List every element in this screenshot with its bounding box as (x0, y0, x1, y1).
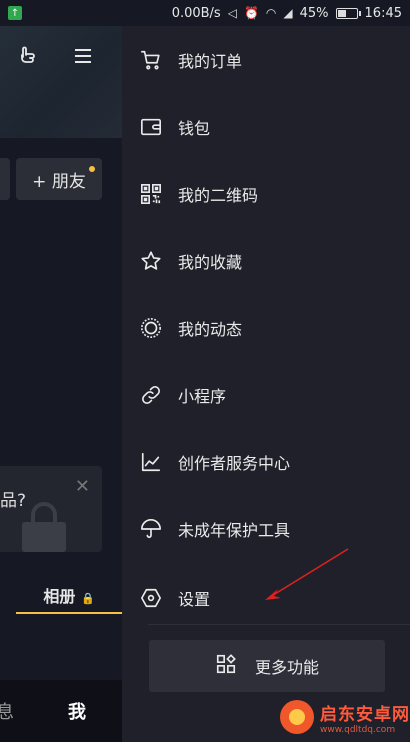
hand-pointer-icon[interactable] (12, 41, 42, 71)
star-icon (140, 250, 162, 272)
menu-item-activity[interactable]: 我的动态 (122, 298, 410, 358)
battery-icon (335, 7, 361, 19)
grid-apps-icon (215, 653, 237, 679)
lock-icon (22, 502, 66, 552)
edit-profile-button[interactable] (0, 158, 10, 200)
clock: 16:45 (364, 5, 402, 21)
umbrella-icon (140, 518, 162, 540)
network-speed: 0.00B/s (171, 5, 221, 21)
watermark-url: www.qdltdq.com (320, 724, 396, 735)
menu-item-favorites[interactable]: 我的收藏 (122, 231, 410, 291)
download-notification-icon: ↑ (8, 6, 22, 20)
menu-item-label: 创作者服务中心 (178, 454, 291, 473)
privacy-prompt-card: 品? ✕ (0, 466, 102, 552)
qr-code-icon (140, 183, 162, 205)
menu-item-label: 我的订单 (178, 52, 243, 71)
mute-icon: ◁ (227, 6, 237, 20)
profile-page-background: + 朋友 品? ✕ 相册 🔒 息 我 (0, 0, 122, 742)
more-features-label: 更多功能 (254, 658, 319, 677)
menu-item-orders[interactable]: 我的订单 (122, 30, 410, 90)
watermark-logo-icon (280, 700, 314, 734)
battery-percent: 45% (299, 5, 329, 21)
link-icon (140, 384, 162, 406)
close-icon[interactable]: ✕ (75, 476, 90, 497)
tab-album[interactable]: 相册 🔒 (16, 583, 122, 607)
menu-item-label: 我的二维码 (178, 186, 259, 205)
add-friend-label: + 朋友 (32, 171, 86, 192)
side-drawer: 我的订单 钱包 我的二维码 我的收藏 我的动态 小程序 创作者服务中心 未成年保… (122, 0, 410, 742)
tab-album-label: 相册 (43, 587, 76, 606)
annotation-arrow-icon (265, 548, 349, 600)
menu-item-label: 我的动态 (178, 320, 243, 339)
menu-item-mini-programs[interactable]: 小程序 (122, 365, 410, 425)
menu-item-label: 设置 (178, 590, 211, 609)
status-bar: ↑ 0.00B/s ◁ ⏰ ◠ ◢ 45% 16:45 (0, 0, 410, 26)
menu-item-label: 钱包 (178, 119, 211, 138)
wifi-icon: ◠ (265, 6, 277, 20)
menu-item-label: 我的收藏 (178, 253, 243, 272)
menu-item-wallet[interactable]: 钱包 (122, 97, 410, 157)
chart-line-icon (140, 451, 162, 473)
tab-messages[interactable]: 息 (0, 698, 14, 724)
watermark-name: 启东安卓网 (320, 704, 410, 725)
add-friend-button[interactable]: + 朋友 (16, 158, 102, 200)
signal-icon: ◢ (283, 6, 293, 20)
cart-icon (140, 49, 162, 71)
menu-item-label: 未成年保护工具 (178, 521, 291, 540)
more-features-button[interactable]: 更多功能 (149, 640, 385, 692)
settings-hexagon-icon (140, 587, 162, 609)
menu-item-qr-code[interactable]: 我的二维码 (122, 164, 410, 224)
divider (148, 624, 410, 625)
tab-active-indicator (16, 612, 122, 614)
bottom-tab-bar: 息 我 (0, 680, 122, 742)
lock-icon: 🔒 (80, 592, 95, 605)
hamburger-menu-icon[interactable] (68, 41, 98, 71)
notification-dot (89, 166, 95, 172)
activity-ring-icon (140, 317, 162, 339)
menu-item-creator-center[interactable]: 创作者服务中心 (122, 432, 410, 492)
tab-me[interactable]: 我 (68, 698, 86, 724)
wallet-icon (140, 116, 162, 138)
menu-item-label: 小程序 (178, 387, 227, 406)
watermark: 启东安卓网 www.qdltdq.com (280, 692, 410, 742)
alarm-icon: ⏰ (243, 6, 259, 20)
